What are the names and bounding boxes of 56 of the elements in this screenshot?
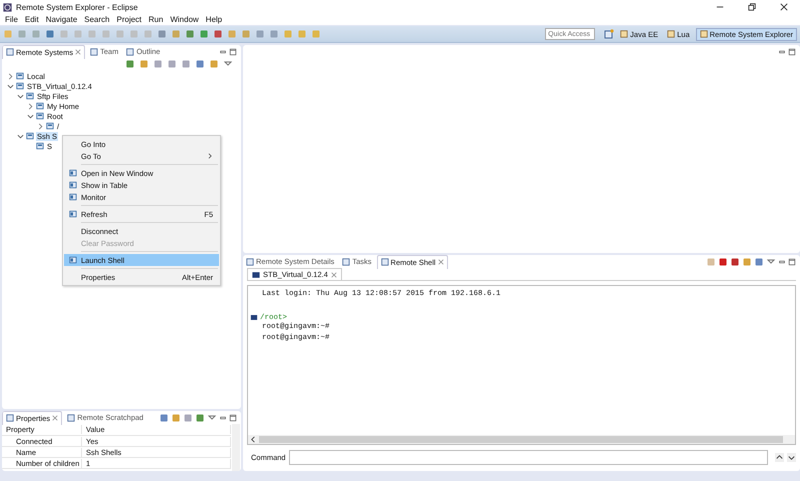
menu-item[interactable]: Navigate (46, 15, 78, 24)
window-title: Remote System Explorer - Eclipse (16, 2, 138, 12)
node-icon (46, 122, 54, 130)
view-icon (342, 258, 350, 266)
command-field[interactable] (288, 450, 768, 465)
history-down-icon[interactable] (787, 453, 796, 462)
menu-item-icon (68, 181, 76, 189)
menu-item[interactable]: Search (84, 15, 110, 24)
menu-item[interactable]: Window (170, 15, 199, 24)
node-icon (36, 112, 44, 120)
menu-item[interactable]: Edit (24, 15, 39, 24)
history-up-icon[interactable] (775, 453, 784, 462)
perspective-icon (667, 30, 676, 38)
chevron-right-icon[interactable] (27, 102, 34, 110)
scroll-left-icon[interactable] (250, 436, 257, 443)
perspective-icon (700, 30, 708, 38)
scrollbar[interactable] (248, 435, 795, 444)
close-icon[interactable] (780, 3, 788, 11)
app-icon (3, 2, 12, 12)
menu-item[interactable]: File (5, 15, 18, 24)
view-icon (67, 414, 76, 422)
view-icon (6, 48, 14, 56)
node-icon (26, 92, 34, 100)
menu-item-icon (68, 256, 76, 264)
maximize-icon[interactable] (229, 414, 237, 422)
view-icon (246, 258, 254, 266)
node-icon (16, 82, 24, 90)
menu-item[interactable]: Help (206, 15, 222, 24)
view-icon (90, 48, 98, 56)
node-icon (36, 102, 44, 110)
shell-icon (250, 314, 258, 321)
chevron-down-icon[interactable] (17, 132, 24, 140)
node-icon (36, 142, 44, 150)
restore-icon[interactable] (748, 3, 756, 11)
maximize-icon[interactable] (229, 48, 237, 56)
view-icon (6, 414, 14, 422)
menu-item-icon (68, 210, 76, 218)
maximize-icon[interactable] (788, 48, 796, 56)
menu-item-icon (68, 193, 76, 201)
chevron-right-icon[interactable] (37, 122, 44, 130)
scrollbar[interactable] (232, 424, 240, 471)
view-icon (380, 258, 389, 266)
perspective-icon (620, 30, 628, 38)
open-perspective-icon[interactable] (604, 29, 614, 39)
chevron-down-icon[interactable] (27, 112, 34, 120)
chevron-right-icon[interactable] (7, 72, 14, 80)
menu-item[interactable]: Run (148, 15, 164, 24)
shell-icon (252, 270, 260, 278)
view-menu-icon[interactable] (766, 256, 776, 266)
menu-item-icon (68, 169, 76, 177)
node-icon (26, 132, 34, 140)
view-icon (126, 48, 134, 56)
node-icon (16, 72, 24, 80)
view-menu-icon[interactable] (207, 412, 217, 422)
menu-item[interactable]: Project (116, 15, 142, 24)
maximize-icon[interactable] (788, 258, 796, 266)
